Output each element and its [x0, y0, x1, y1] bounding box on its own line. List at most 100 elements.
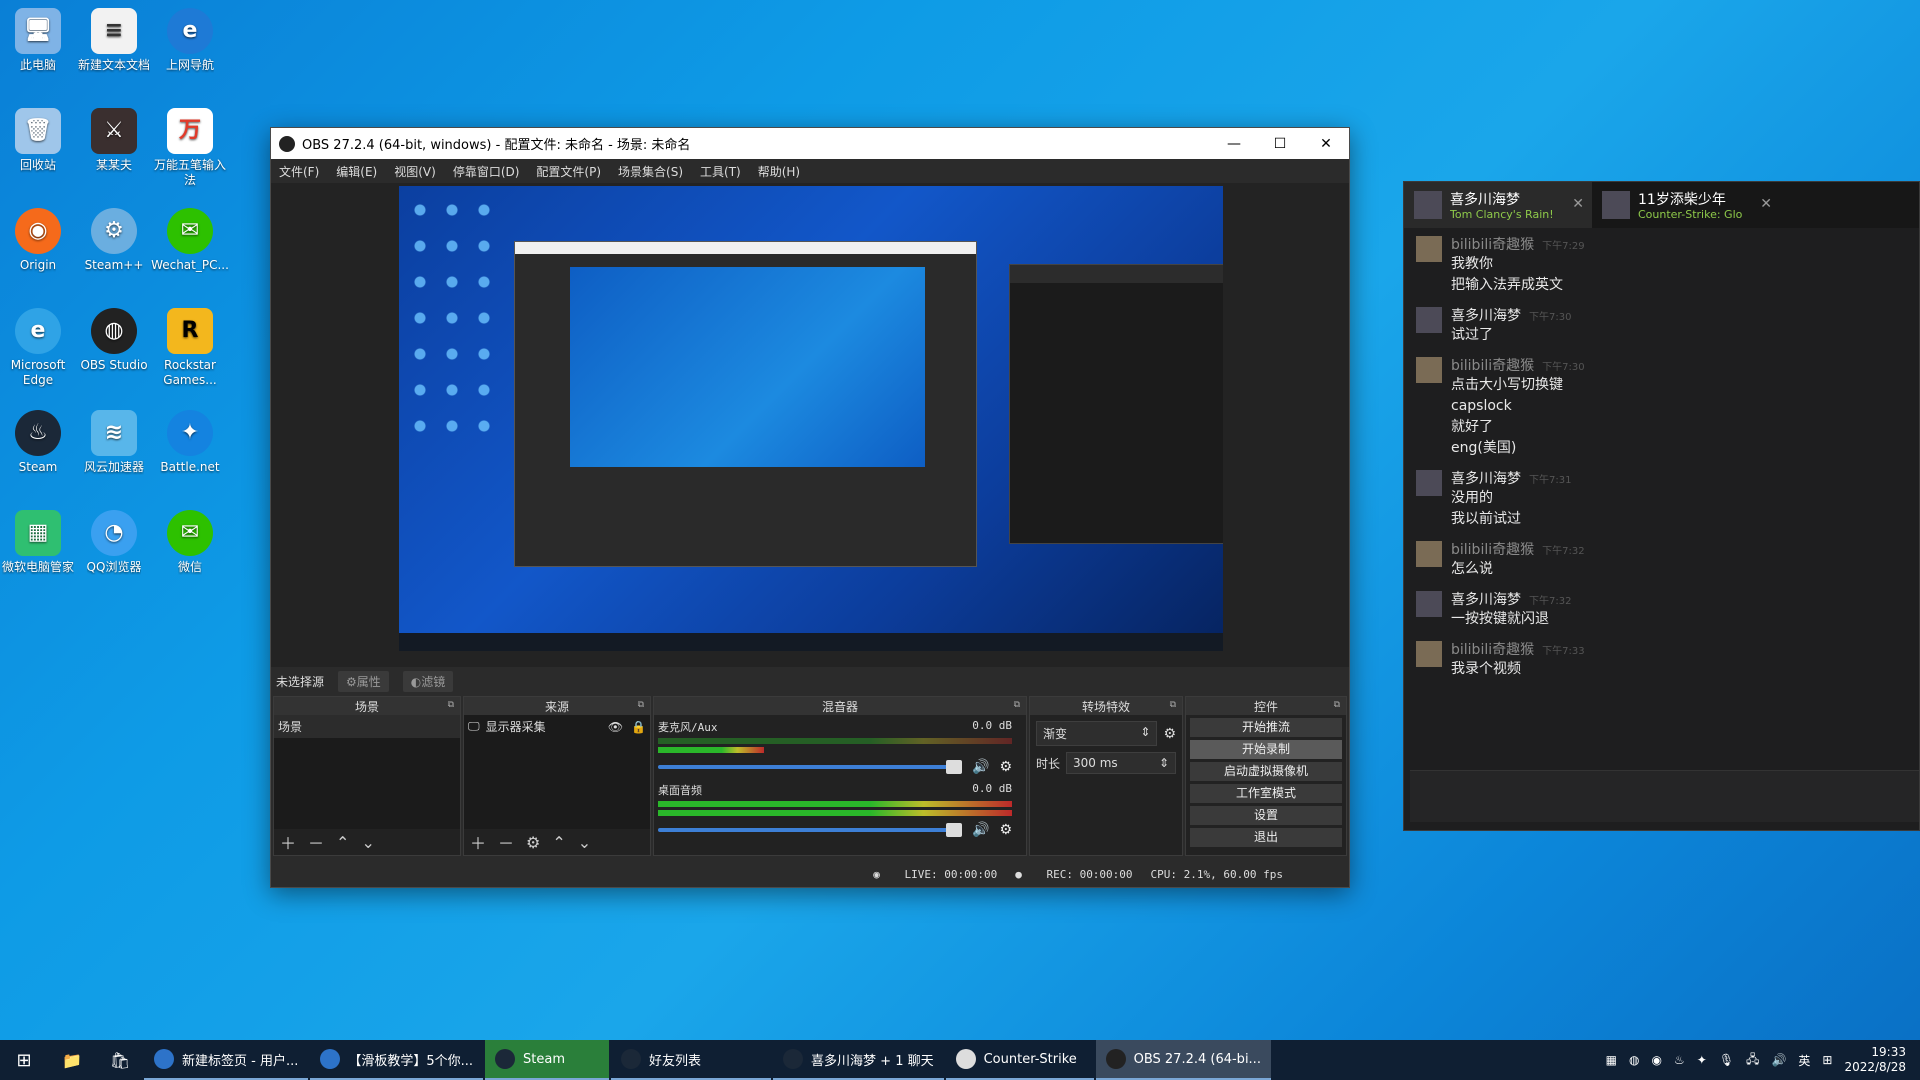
steam-tray-icon[interactable]: ♨ — [1674, 1053, 1685, 1067]
undock-icon[interactable]: ⧉ — [638, 700, 644, 710]
undock-icon[interactable]: ⧉ — [448, 700, 454, 710]
steam-chat-window[interactable]: 喜多川海梦 Tom Clancy's Rain! ✕ 11岁添柴少年 Counter… — [1403, 181, 1920, 831]
clock[interactable]: 19:33 2022/8/28 — [1844, 1045, 1906, 1075]
preview-nested-chat — [1009, 264, 1223, 544]
gear-icon[interactable]: ⚙ — [1163, 726, 1176, 742]
volume-slider[interactable] — [658, 823, 962, 837]
menu-scene-collection[interactable]: 场景集合(S) — [618, 163, 683, 180]
taskbar-app-obs[interactable]: OBS 27.2.4 (64-bi... — [1095, 1040, 1271, 1080]
input-language[interactable]: 英 — [1798, 1052, 1810, 1069]
mixer-dock-title: 混音器 — [821, 699, 858, 714]
preview-canvas[interactable] — [399, 186, 1223, 651]
move-up-icon[interactable]: ⌃ — [336, 833, 349, 852]
chat-tab-2[interactable]: 11岁添柴少年 Counter-Strike: Glo ✕ — [1592, 182, 1780, 228]
network-icon[interactable]: 🖧 — [1746, 1050, 1759, 1071]
ime-icon[interactable]: ⊞ — [1822, 1053, 1832, 1067]
chat-input[interactable] — [1410, 770, 1919, 822]
undock-icon[interactable]: ⧉ — [1334, 700, 1340, 710]
desktop-icon-web-nav[interactable]: e 上网导航 — [152, 8, 228, 73]
transition-select[interactable]: 渐变 ⇕ — [1036, 721, 1158, 746]
microphone-icon[interactable]: 🎙 — [1719, 1053, 1734, 1067]
menu-file[interactable]: 文件(F) — [279, 163, 319, 180]
speaker-icon[interactable]: 🔊 — [972, 822, 989, 838]
taskbar-app-edge-video[interactable]: 【滑板教学】5个你... — [310, 1040, 484, 1080]
desktop-icon-steam[interactable]: ♨ Steam — [0, 410, 76, 475]
volume-slider-handle[interactable] — [946, 823, 962, 837]
desktop-icon-edge[interactable]: e Microsoft Edge — [0, 308, 76, 388]
desktop-icon-text-doc[interactable]: ≡ 新建文本文档 — [76, 8, 152, 73]
gear-icon[interactable]: ⚙ — [999, 759, 1012, 775]
undock-icon[interactable]: ⧉ — [1014, 700, 1020, 710]
desktop-icon-qq-browser[interactable]: ◔ QQ浏览器 — [76, 510, 152, 575]
duration-spinbox[interactable]: 300 ms ⇕ — [1066, 752, 1176, 774]
tray-app-icon[interactable]: ▦ — [1606, 1053, 1617, 1067]
desktop-icon-battlenet[interactable]: ✦ Battle.net — [152, 410, 228, 475]
add-icon[interactable]: ＋ — [280, 830, 296, 854]
windows-start-icon[interactable]: ⊞ — [0, 1040, 48, 1080]
menu-docks[interactable]: 停靠窗口(D) — [453, 163, 520, 180]
close-icon[interactable]: ✕ — [1572, 196, 1584, 212]
menu-edit[interactable]: 编辑(E) — [336, 163, 377, 180]
start-streaming-button[interactable]: 开始推流 — [1190, 718, 1342, 737]
store-icon[interactable]: 🛍 — [96, 1040, 144, 1080]
desktop-icon-steampp[interactable]: ⚙ Steam++ — [76, 208, 152, 273]
desktop-icon-wubi[interactable]: 万万能五笔输入法 — [152, 108, 228, 188]
move-down-icon[interactable]: ⌄ — [578, 833, 591, 852]
desktop-icon-pc-manager[interactable]: ▦ 微软电脑管家 — [0, 510, 76, 575]
gear-icon[interactable]: ⚙ — [526, 833, 540, 852]
source-item[interactable]: 🖵 显示器采集 👁 🔒 — [464, 715, 650, 738]
menu-tools[interactable]: 工具(T) — [700, 163, 741, 180]
volume-icon[interactable]: 🔊 — [1771, 1053, 1786, 1067]
obs-window[interactable]: OBS 27.2.4 (64-bit, windows) - 配置文件: 未命名… — [270, 127, 1350, 888]
desktop-icon-game[interactable]: ⚔ 某某夫 — [76, 108, 152, 173]
chat-tab-1[interactable]: 喜多川海梦 Tom Clancy's Rain! ✕ — [1404, 182, 1592, 228]
file-explorer-icon[interactable]: 📁 — [48, 1040, 96, 1080]
desktop-icon-wechat[interactable]: ✉ 微信 — [152, 510, 228, 575]
minimize-button[interactable]: — — [1211, 128, 1257, 159]
desktop-icon-origin[interactable]: ◉ Origin — [0, 208, 76, 273]
tray-app-icon[interactable]: ◍ — [1629, 1053, 1639, 1067]
move-up-icon[interactable]: ⌃ — [552, 833, 565, 852]
scene-item[interactable]: 场景 — [274, 715, 460, 738]
undock-icon[interactable]: ⧉ — [1170, 700, 1176, 710]
message-sender: bilibili奇趣猴 下午7:32 — [1451, 542, 1585, 558]
settings-button[interactable]: 设置 — [1190, 806, 1342, 825]
menu-view[interactable]: 视图(V) — [394, 163, 436, 180]
start-recording-button[interactable]: 开始录制 — [1190, 740, 1342, 759]
taskbar-app-counter-strike[interactable]: Counter-Strike — [945, 1040, 1094, 1080]
speaker-icon[interactable]: 🔊 — [972, 759, 989, 775]
wubi-icon: 万 — [167, 108, 213, 154]
desktop-icon-wechat-pc[interactable]: ✉ Wechat_PC... — [151, 208, 229, 273]
close-icon[interactable]: ✕ — [1760, 196, 1772, 212]
move-down-icon[interactable]: ⌄ — [361, 833, 374, 852]
maximize-button[interactable]: ☐ — [1257, 128, 1303, 159]
taskbar-app-chat[interactable]: 喜多川海梦 + 1 聊天 — [773, 1040, 944, 1080]
exit-button[interactable]: 退出 — [1190, 828, 1342, 847]
add-icon[interactable]: ＋ — [470, 830, 486, 854]
close-button[interactable]: ✕ — [1303, 128, 1349, 159]
studio-mode-button[interactable]: 工作室模式 — [1190, 784, 1342, 803]
tray-app-icon[interactable]: ✦ — [1697, 1053, 1707, 1067]
obs-title-bar[interactable]: OBS 27.2.4 (64-bit, windows) - 配置文件: 未命名… — [271, 128, 1349, 159]
tray-app-icon[interactable]: ◉ — [1652, 1053, 1662, 1067]
remove-icon[interactable]: － — [498, 830, 514, 854]
desktop-icon-rockstar[interactable]: R Rockstar Games... — [152, 308, 228, 388]
menu-help[interactable]: 帮助(H) — [758, 163, 800, 180]
desktop-icon-accelerator[interactable]: ≋ 风云加速器 — [76, 410, 152, 475]
taskbar-app-steam[interactable]: Steam — [485, 1040, 610, 1080]
taskbar-app-friends[interactable]: 好友列表 — [611, 1040, 772, 1080]
menu-profile[interactable]: 配置文件(P) — [536, 163, 601, 180]
start-virtual-camera-button[interactable]: 启动虚拟摄像机 — [1190, 762, 1342, 781]
gear-icon[interactable]: ⚙ — [999, 822, 1012, 838]
volume-slider-handle[interactable] — [946, 760, 962, 774]
taskbar-app-edge[interactable]: 新建标签页 - 用户... — [144, 1040, 309, 1080]
volume-slider[interactable] — [658, 760, 962, 774]
properties-button[interactable]: ⚙属性 — [338, 670, 389, 692]
filters-button[interactable]: ◐滤镜 — [402, 670, 454, 692]
visibility-eye-icon[interactable]: 👁 — [608, 720, 623, 734]
remove-icon[interactable]: － — [308, 830, 324, 854]
lock-icon[interactable]: 🔒 — [631, 720, 646, 734]
desktop-icon-this-pc[interactable]: 🖥 此电脑 — [0, 8, 76, 73]
desktop-icon-recycle-bin[interactable]: 🗑 回收站 — [0, 108, 76, 173]
desktop-icon-obs[interactable]: ◍ OBS Studio — [76, 308, 152, 373]
